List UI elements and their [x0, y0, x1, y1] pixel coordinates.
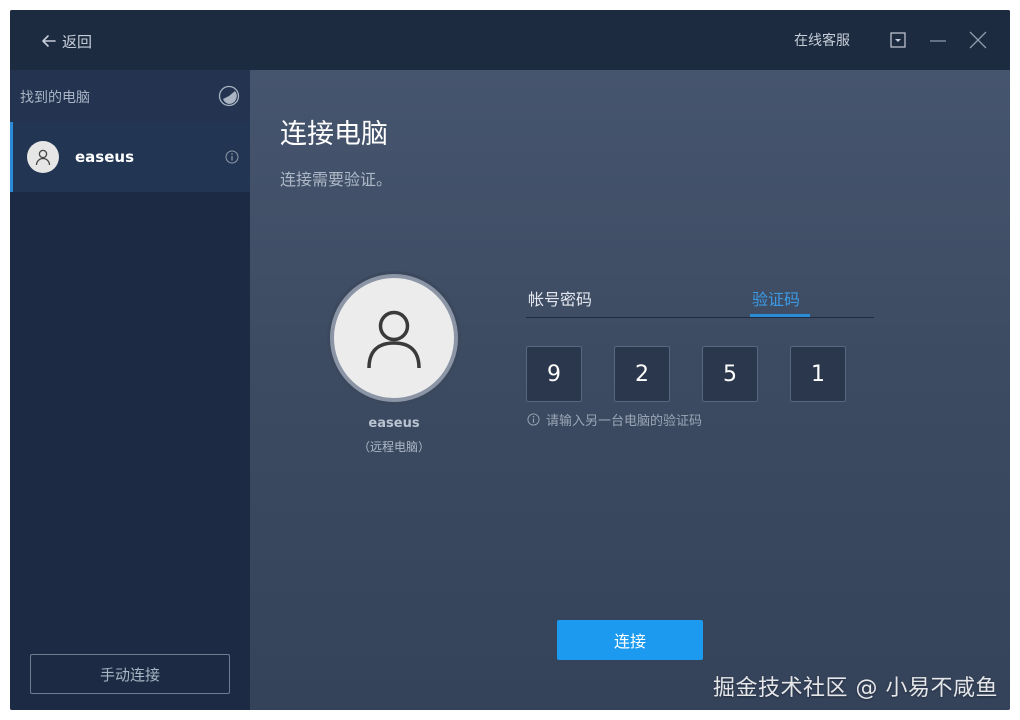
sidebar-item-easeus[interactable]: easeus [10, 122, 250, 192]
remote-avatar [330, 274, 458, 402]
found-computers-label: 找到的电脑 [20, 90, 90, 106]
code-digit-input-4[interactable]: 1 [790, 346, 846, 402]
back-label: 返回 [62, 32, 93, 51]
active-tab-indicator [750, 314, 810, 317]
title-bar: 返回 在线客服 [10, 10, 1010, 70]
code-digit-input-3[interactable]: 5 [702, 346, 758, 402]
remote-computer-name: easeus [368, 416, 420, 431]
minimize-icon [930, 40, 946, 42]
app-window: 返回 在线客服 找到的电脑 easeus 手动连接 连接电脑 连接需要验证。 e… [10, 10, 1010, 710]
code-digit-input-1[interactable]: 9 [526, 346, 582, 402]
window-controls: 在线客服 [794, 28, 988, 52]
info-icon [527, 413, 540, 426]
page-subtitle: 连接需要验证。 [280, 170, 393, 189]
tab-account-password[interactable]: 帐号密码 [528, 286, 592, 310]
page-title: 连接电脑 [280, 119, 388, 150]
user-icon [35, 149, 51, 166]
arrow-left-icon [42, 35, 56, 47]
user-icon [367, 310, 421, 369]
sidebar: 找到的电脑 easeus 手动连接 [10, 70, 250, 710]
code-digit-input-2[interactable]: 2 [614, 346, 670, 402]
refresh-icon[interactable] [218, 85, 240, 107]
main-panel: 连接电脑 连接需要验证。 easeus （远程电脑） 帐号密码 验证码 9 2 … [250, 70, 1010, 710]
code-hint-text: 请输入另一台电脑的验证码 [546, 414, 703, 429]
close-icon [969, 31, 987, 49]
online-support-link[interactable]: 在线客服 [794, 30, 850, 50]
code-hint: 请输入另一台电脑的验证码 [527, 410, 702, 429]
watermark-text: 掘金技术社区 @ 小易不咸鱼 [713, 676, 998, 701]
remote-computer-label: （远程电脑） [357, 440, 430, 454]
back-button[interactable]: 返回 [40, 30, 92, 52]
found-computers-header: 找到的电脑 [10, 70, 250, 122]
minimize-button[interactable] [928, 30, 948, 50]
tab-verification-code[interactable]: 验证码 [752, 286, 800, 310]
manual-connect-button[interactable]: 手动连接 [30, 654, 230, 694]
computer-name: easeus [75, 148, 135, 166]
close-button[interactable] [968, 30, 988, 50]
info-icon[interactable] [225, 150, 239, 164]
dropdown-icon [890, 32, 906, 48]
dropdown-button[interactable] [888, 30, 908, 50]
avatar [27, 141, 59, 173]
auth-tabs: 帐号密码 验证码 [526, 270, 874, 318]
connect-button[interactable]: 连接 [557, 620, 703, 660]
